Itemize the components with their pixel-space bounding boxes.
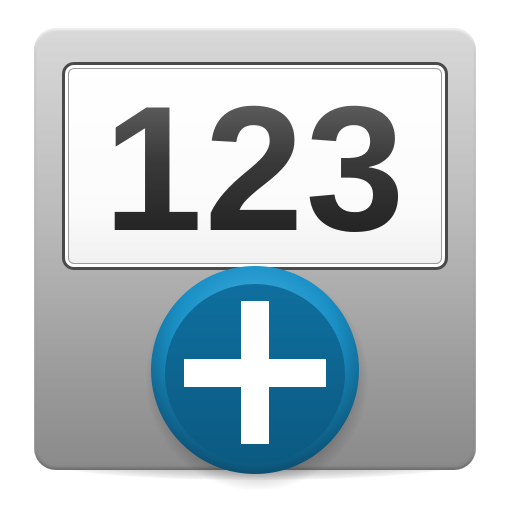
add-button[interactable] <box>140 258 370 491</box>
counter-app-icon: 123 <box>0 0 512 512</box>
counter-value: 123 <box>103 69 407 268</box>
counter-display: 123 <box>62 62 448 270</box>
